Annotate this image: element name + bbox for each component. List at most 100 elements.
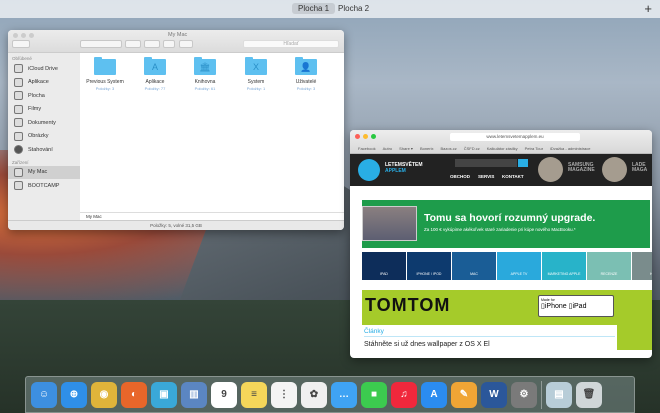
nav-obchod[interactable]: OBCHOD (450, 174, 470, 179)
arrange-button[interactable] (125, 40, 141, 48)
hard-drive-icon (14, 181, 23, 191)
category-6[interactable]: HIST (632, 252, 652, 280)
nav-kontakt[interactable]: KONTAKT (502, 174, 524, 179)
path-bar[interactable]: My Mac (80, 212, 344, 220)
dock-word-icon[interactable]: W (481, 381, 507, 408)
dock-notes-icon[interactable]: ≡ (241, 381, 267, 408)
folder-previous-system[interactable]: Previous System Položky: 3 (80, 57, 130, 91)
category-0[interactable]: IPAD (362, 252, 407, 280)
site-search-input[interactable] (455, 159, 517, 167)
add-space-button[interactable]: + (644, 1, 652, 16)
article-link[interactable]: Stáhněte si už dnes wallpaper z OS X El (364, 341, 615, 348)
safari-window[interactable]: www.letemsvetemapplem.eu Facebook Autro Sh… (350, 130, 652, 358)
lady-magazine-label[interactable]: LADE MAGA (632, 163, 647, 173)
sidebar-item-aplikace[interactable]: Aplikace (8, 76, 80, 90)
search-icon[interactable] (518, 159, 528, 167)
dock: ☺ ⊕ ◉ ◐ ▣ ▥ 9 ≡ ⋮ ✿… ■ ♫ A ✎ W ⚙ ▤ 🗑 (25, 376, 635, 413)
dock-preview-icon[interactable]: ▥ (181, 381, 207, 408)
category-4[interactable]: MARKETING APPLE (542, 252, 587, 280)
action-gear-button[interactable] (144, 40, 160, 48)
hard-drive-icon (14, 167, 23, 177)
banner-headline: Tomu sa hovorí rozumný upgrade. (424, 212, 596, 224)
dock-itunes-icon[interactable]: ♫ (391, 381, 417, 408)
dock-trash-icon[interactable]: 🗑 (576, 381, 602, 408)
sidebar-item-plocha[interactable]: Plocha (8, 89, 80, 103)
sidebar-item-filmy[interactable]: Filmy (8, 103, 80, 117)
sidebar-label: Aplikace (28, 79, 49, 86)
folder-knihovna[interactable]: 🏛 Knihovna Položky: 61 (180, 57, 230, 91)
documents-icon (14, 118, 23, 128)
dock-messages-icon[interactable]: … (331, 381, 357, 408)
cloud-icon (14, 64, 23, 74)
finder-sidebar: Obľúbené iCloud Drive Aplikace Plocha Fi… (8, 53, 80, 220)
sidebar-item-stahovani[interactable]: Stahování (8, 143, 80, 157)
finder-window[interactable]: My Mac Hľadať Obľúbené iCloud Drive Apli… (8, 30, 344, 230)
folder-name: System (247, 79, 265, 85)
category-3[interactable]: APPLE TV (497, 252, 542, 280)
articles-section: Články Stáhněte si už dnes wallpaper z O… (362, 325, 617, 358)
banner-subtext: Za 100 € vykúpime akékoľvek staré zariad… (424, 227, 576, 232)
folder-aplikace[interactable]: A Aplikace Položky: 77 (130, 57, 180, 91)
movies-icon (14, 104, 23, 114)
folder-uzivatele[interactable]: 👤 Uživatelé Položky: 3 (281, 57, 331, 91)
bookmark[interactable]: Kalkulátor zásilky (487, 146, 518, 151)
folder-count: Položky: 3 (296, 86, 316, 91)
category-1[interactable]: IPHONE / IPOD (407, 252, 452, 280)
bookmark[interactable]: Facebook (358, 146, 376, 151)
dock-calendar-icon[interactable]: 9 (211, 381, 237, 408)
bookmarks-bar: Facebook Autro Share ▾ Bonerix Bazos.cz ČSFD.… (350, 143, 652, 153)
sidebar-label: Dokumenty (28, 119, 56, 126)
tags-button[interactable] (179, 40, 193, 48)
sidebar-item-obrazky[interactable]: Obrázky (8, 130, 80, 144)
dock-reminders-icon[interactable]: ⋮ (271, 381, 297, 408)
bookmark[interactable]: Autro (383, 146, 393, 151)
dock-safari-icon[interactable]: ⊕ (61, 381, 87, 408)
bookmark[interactable]: Bazos.cz (441, 146, 457, 151)
space-plocha-1[interactable]: Plocha 1 (292, 3, 336, 14)
bookmark[interactable]: Share ▾ (399, 146, 413, 151)
dock-finder-icon[interactable]: ☺ (31, 381, 57, 408)
dock-pages-icon[interactable]: ✎ (451, 381, 477, 408)
devices-header: Zařízení (12, 159, 29, 165)
address-bar[interactable]: www.letemsvetemapplem.eu (450, 133, 580, 141)
dock-downloads-icon[interactable]: ▤ (546, 381, 572, 408)
dock-app-store-icon[interactable]: A (421, 381, 447, 408)
bookmark[interactable]: ČSFD.cz (464, 146, 480, 151)
upgrade-banner[interactable]: Tomu sa hovorí rozumný upgrade. Za 100 €… (362, 200, 650, 248)
sidebar-label: Plocha (28, 92, 45, 99)
sidebar-item-bootcamp[interactable]: BOOTCAMP (8, 179, 80, 193)
bookmark[interactable]: Bonerix (420, 146, 434, 151)
desktop-icon (14, 91, 23, 101)
sidebar-item-dokumenty[interactable]: Dokumenty (8, 116, 80, 130)
dock-app-icon[interactable]: ▣ (151, 381, 177, 408)
category-nav: IPAD IPHONE / IPOD MAC APPLE TV MARKETING AP… (362, 252, 652, 280)
bookmark[interactable]: Petra Tour (525, 146, 543, 151)
finder-toolbar: My Mac Hľadať (8, 30, 344, 53)
site-logo[interactable] (358, 159, 380, 181)
share-button[interactable] (163, 40, 175, 48)
window-controls[interactable] (13, 33, 34, 38)
dock-system-preferences-icon[interactable]: ⚙ (511, 381, 537, 408)
back-forward-buttons[interactable] (12, 40, 30, 48)
search-input[interactable]: Hľadať (243, 40, 339, 48)
sidebar-item-icloud[interactable]: iCloud Drive (8, 62, 80, 76)
dock-firefox-icon[interactable]: ◐ (121, 381, 147, 408)
space-plocha-2[interactable]: Plocha 2 (332, 3, 375, 14)
dock-chrome-icon[interactable]: ◉ (91, 381, 117, 408)
sidebar-label: My Mac (28, 169, 48, 176)
dock-photos-icon[interactable]: ✿ (301, 381, 327, 408)
window-controls[interactable] (355, 134, 376, 139)
nav-servis[interactable]: SERVIS (478, 174, 494, 179)
folder-count: Položky: 3 (95, 86, 115, 91)
samsung-magazine-logo[interactable] (538, 157, 563, 182)
category-2[interactable]: MAC (452, 252, 497, 280)
category-5[interactable]: RECENZE (587, 252, 632, 280)
samsung-magazine-label[interactable]: SAMSUNG MAGAZINE (568, 163, 595, 173)
folder-system[interactable]: X System Položky: 1 (231, 57, 281, 91)
bookmark[interactable]: iDvažka - administrace (550, 146, 590, 151)
sidebar-item-my-mac[interactable]: My Mac (8, 165, 80, 179)
made-for-badge: Made for ▯iPhone ▯iPad (538, 295, 614, 317)
dock-facetime-icon[interactable]: ■ (361, 381, 387, 408)
view-mode-buttons[interactable] (80, 40, 122, 48)
lady-magazine-logo[interactable] (602, 157, 627, 182)
